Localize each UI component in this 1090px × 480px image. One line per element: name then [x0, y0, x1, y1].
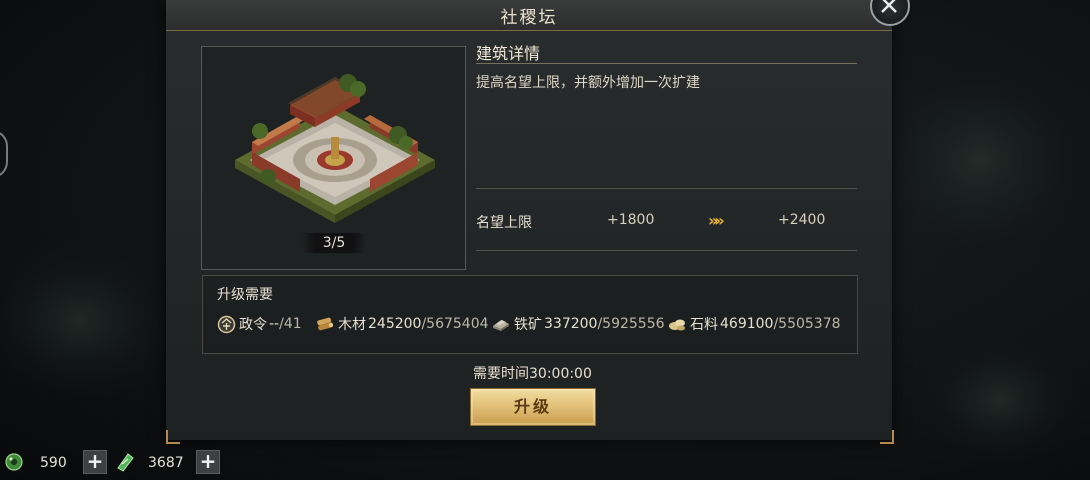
details-underline [476, 63, 857, 64]
altar-building-image [235, 74, 435, 223]
requirement-need: /5925556 [597, 316, 665, 332]
requirement-need: /5505378 [773, 316, 841, 332]
requirement-have: 469100 [720, 316, 774, 332]
building-dialog: 社稷坛 3/5 建筑详情 提高名望上限，并额外增加一次扩建 名望上限 +1800… [166, 0, 910, 444]
dialog-title-bar: 社稷坛 [166, 0, 892, 31]
dialog-title: 社稷坛 [500, 8, 558, 28]
requirement-wood: 木材 245200 /5675404 [315, 314, 489, 334]
requirement-stone: 石料 469100 /5505378 [667, 314, 841, 334]
stat-next-value: +2400 [778, 212, 826, 228]
resource-bar: 590 + 3687 + [0, 446, 260, 480]
requirement-name: 石料 [690, 317, 718, 333]
requirement-have: -- [269, 316, 280, 332]
requirement-have: 337200 [544, 316, 598, 332]
jade-coin-icon [5, 453, 23, 471]
requirements-box: 升级需要 政令 -- /41 木材 245200 /5675404 铁矿 337… [202, 275, 858, 354]
requirement-order: 政令 -- /41 [217, 314, 302, 334]
add-green-ticket-button[interactable]: + [196, 450, 220, 474]
wood-icon [317, 317, 334, 331]
requirement-name: 政令 [239, 317, 267, 333]
divider [476, 188, 857, 189]
corner-ornament [880, 430, 894, 444]
building-level: 3/5 [302, 233, 366, 253]
upgrade-button[interactable]: 升级 [470, 388, 596, 426]
stat-label: 名望上限 [476, 215, 532, 231]
close-icon [881, 0, 897, 13]
green-ticket-icon [117, 453, 134, 472]
corner-ornament [166, 430, 180, 444]
jade-coin-amount: 590 [40, 455, 67, 471]
requirement-name: 木材 [338, 317, 366, 333]
requirement-iron: 铁矿 337200 /5925556 [491, 314, 665, 334]
stat-current-value: +1800 [607, 212, 655, 228]
green-ticket-amount: 3687 [148, 455, 184, 471]
requirement-need: /5675404 [421, 316, 489, 332]
building-preview: 3/5 [201, 46, 466, 270]
requirement-need: /41 [279, 316, 302, 332]
upgrade-time: 需要时间30:00:00 [473, 366, 592, 382]
requirement-have: 245200 [368, 316, 422, 332]
requirements-title: 升级需要 [217, 287, 273, 303]
requirement-name: 铁矿 [514, 317, 542, 333]
stone-icon [669, 319, 685, 331]
upgrade-arrow-icon: »» [708, 211, 725, 230]
divider [476, 250, 857, 251]
details-title: 建筑详情 [476, 44, 541, 63]
add-jade-coin-button[interactable]: + [83, 450, 107, 474]
iron-ore-icon [493, 320, 509, 331]
order-token-icon [217, 315, 236, 333]
building-description: 提高名望上限，并额外增加一次扩建 [476, 75, 700, 91]
